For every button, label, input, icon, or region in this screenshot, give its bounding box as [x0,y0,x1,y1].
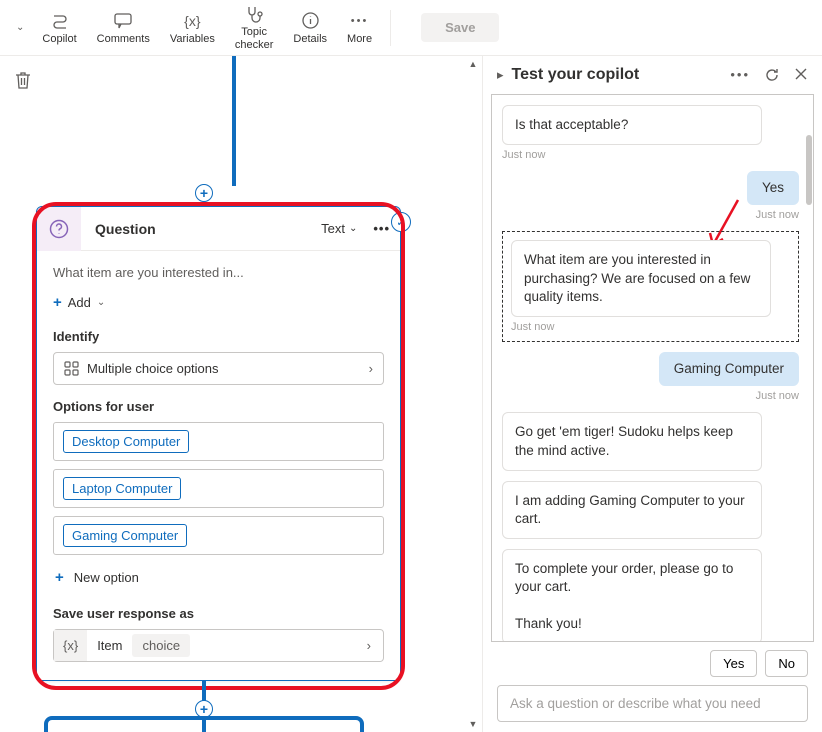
text-dropdown[interactable]: Text ⌄ [315,217,363,240]
scrollbar-thumb[interactable] [806,135,812,205]
bot-message: What item are you interested in purchasi… [511,240,771,317]
add-node-top[interactable]: + [195,184,213,202]
topic-checker-label: Topic checker [235,26,274,50]
chat-container: Is that acceptable? Just now Yes Just no… [491,94,814,642]
canvas-scrollbar[interactable]: ▲▼ [466,56,480,732]
stethoscope-icon [244,4,264,24]
chevron-right-icon[interactable]: ▸ [497,67,504,83]
timestamp: Just now [502,149,799,161]
more-icon: ••• [350,11,370,31]
bot-message: To complete your order, please go to you… [502,549,762,641]
info-icon [300,11,320,31]
option-chip: Gaming Computer [63,524,187,547]
test-panel: ▸ Test your copilot ••• Is that acceptab… [482,56,822,732]
variable-type: choice [132,634,190,657]
question-prompt[interactable]: What item are you interested in... [53,265,384,280]
question-mark-icon [37,207,81,251]
chevron-right-icon: › [355,638,383,653]
tracked-message-group: What item are you interested in purchasi… [502,231,799,342]
more-icon[interactable]: ••• [730,67,750,83]
timestamp: Just now [511,321,790,333]
variable-name: Item [87,638,132,653]
comment-icon [113,11,133,31]
close-icon[interactable] [794,67,808,83]
more-button[interactable]: ••• More [339,7,380,49]
chat-input[interactable]: Ask a question or describe what you need [497,685,808,722]
comments-label: Comments [97,33,150,45]
option-input-2[interactable]: Gaming Computer [53,516,384,555]
variable-icon: {x} [54,630,87,661]
plus-icon: + [55,569,64,586]
identify-label: Identify [53,329,384,344]
comments-button[interactable]: Comments [89,7,158,49]
refresh-icon[interactable] [764,67,780,83]
plus-icon: + [53,294,62,311]
question-title: Question [81,221,315,237]
timestamp: Just now [502,209,799,221]
copilot-icon [50,11,70,31]
question-node[interactable]: ✓ Question Text ⌄ ••• What item are you … [36,206,401,681]
new-option-button[interactable]: +New option [53,563,384,592]
timestamp: Just now [502,390,799,402]
variables-label: Variables [170,33,215,45]
chevron-down-icon[interactable]: ⌄ [10,22,30,33]
user-message: Yes [747,171,799,205]
option-chip: Desktop Computer [63,430,189,453]
option-input-0[interactable]: Desktop Computer [53,422,384,461]
grid-icon [64,361,79,376]
check-icon: ✓ [391,212,411,232]
details-label: Details [293,33,327,45]
quick-reply-row: Yes No [483,642,822,685]
copilot-label: Copilot [42,33,76,45]
identify-selector[interactable]: Multiple choice options › [53,352,384,385]
more-label: More [347,33,372,45]
yes-button[interactable]: Yes [710,650,757,677]
option-input-1[interactable]: Laptop Computer [53,469,384,508]
variables-button[interactable]: {x} Variables [162,7,223,49]
details-button[interactable]: Details [285,7,335,49]
connector-line [232,56,236,186]
identify-value: Multiple choice options [87,361,219,376]
user-message: Gaming Computer [659,352,799,386]
canvas-area: ▲▼ + ✓ Question Text ⌄ ••• What item are… [0,56,482,732]
options-label: Options for user [53,399,384,414]
question-header: Question Text ⌄ ••• [37,207,400,251]
chevron-right-icon: › [369,361,373,376]
no-button[interactable]: No [765,650,808,677]
chevron-down-icon: ⌄ [349,223,357,234]
variable-selector[interactable]: {x} Item choice › [53,629,384,662]
chevron-down-icon: ⌄ [97,297,105,308]
copilot-button[interactable]: Copilot [34,7,84,49]
test-panel-title: Test your copilot [512,66,723,84]
save-button[interactable]: Save [421,13,499,42]
branch-connector [44,716,364,732]
bot-message: Is that acceptable? [502,105,762,145]
variables-icon: {x} [182,11,202,31]
bot-message: I am adding Gaming Computer to your cart… [502,481,762,539]
trash-icon[interactable] [14,70,32,90]
bot-message: Go get 'em tiger! Sudoku helps keep the … [502,412,762,470]
top-toolbar: ⌄ Copilot Comments {x} Variables Topic c… [0,0,822,56]
option-chip: Laptop Computer [63,477,181,500]
add-button[interactable]: +Add ⌄ [53,290,384,315]
topic-checker-button[interactable]: Topic checker [227,0,282,54]
save-response-label: Save user response as [53,606,384,621]
